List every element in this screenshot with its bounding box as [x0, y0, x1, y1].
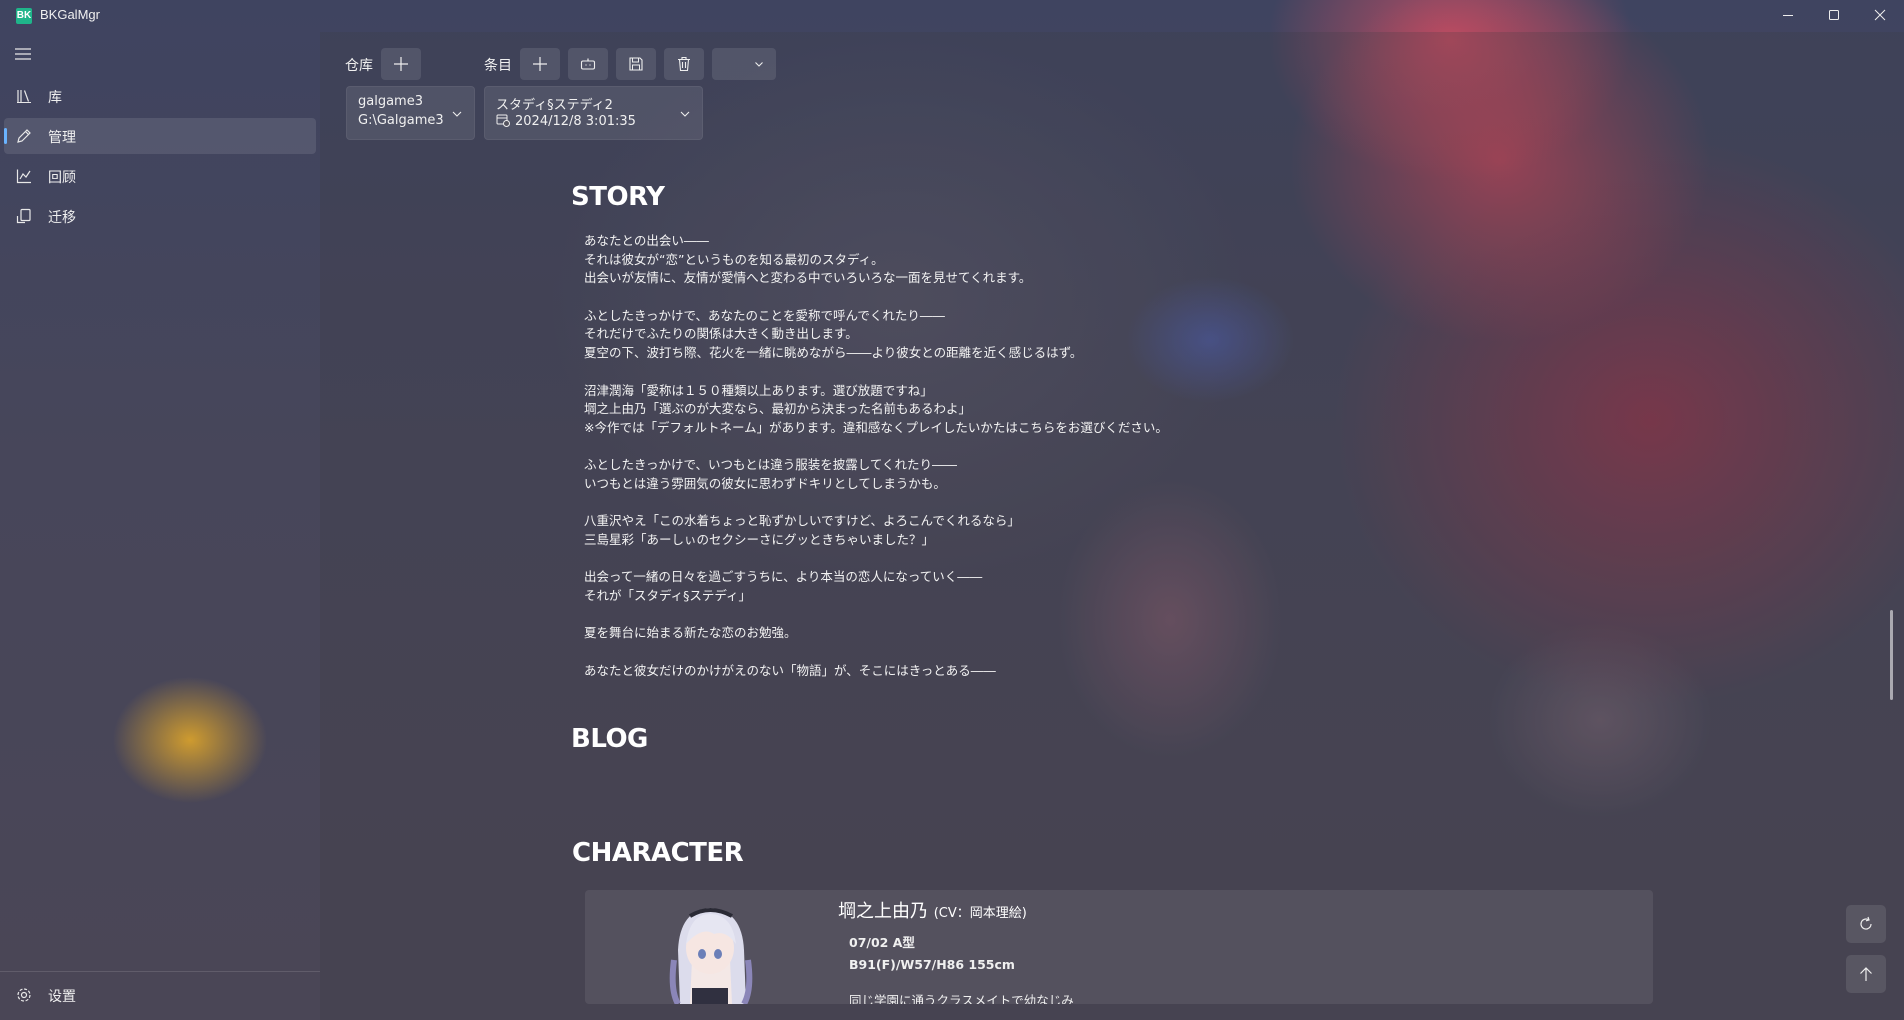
maximize-icon [1829, 10, 1839, 20]
sidebar-item-library[interactable]: 库 [4, 78, 316, 114]
sidebar-item-label: 迁移 [48, 210, 76, 226]
robot-icon [580, 58, 596, 70]
character-measurements: B91(F)/W57/H86 155cm [849, 957, 1015, 972]
sidebar-item-label: 库 [48, 90, 62, 106]
character-description: 同じ学園に通うクラスメイトで幼なじみ [849, 993, 1074, 1004]
chevron-down-icon [755, 62, 763, 67]
character-birthday-blood: 07/02 A型 [849, 935, 915, 950]
sidebar-item-review[interactable]: 回顾 [4, 158, 316, 194]
chevron-down-icon [452, 111, 462, 117]
save-icon [629, 57, 643, 71]
entry-date-row: 2024/12/8 3:01:35 [496, 113, 636, 129]
sidebar-item-settings[interactable]: 设置 [4, 977, 316, 1013]
story-line: あなたとの出会い―― [584, 233, 709, 248]
more-dropdown[interactable] [712, 48, 776, 80]
story-line: 出会って一緒の日々を過ごすうちに、より本当の恋人になっていく―― [584, 569, 983, 585]
settings-label: 设置 [48, 989, 76, 1005]
scroll-to-top-button[interactable] [1846, 955, 1886, 993]
character-portrait [660, 900, 760, 1004]
navigation-sidebar: 库 管理 回顾 迁移 设置 [0, 32, 320, 1020]
entry-label: 条目 [484, 58, 512, 74]
entry-selector[interactable]: スタディ§ステディ2 2024/12/8 3:01:35 [484, 86, 703, 140]
selection-indicator [4, 128, 7, 144]
character-heading: CHARACTER [572, 838, 744, 868]
close-icon [1874, 9, 1886, 21]
chevron-down-icon [680, 111, 690, 117]
title-bar: BK BKGalMgr [0, 0, 1904, 32]
sidebar-item-migrate[interactable]: 迁移 [4, 198, 316, 234]
story-line: あなたと彼女だけのかけがえのない「物語」が、そこにはきっとある―― [584, 662, 996, 678]
minimize-icon [1783, 15, 1793, 16]
story-line: ふとしたきっかけで、いつもとは違う服装を披露してくれたり―― [584, 457, 958, 473]
maximize-button[interactable] [1811, 0, 1857, 30]
delete-button[interactable] [664, 48, 704, 80]
story-line: ふとしたきっかけで、あなたのことを愛称で呼んでくれたり―― [584, 307, 945, 323]
story-line: 夏を舞台に始まる新たな恋のお勉強。 [584, 625, 797, 641]
sidebar-divider [0, 971, 320, 972]
character-name-row: 堈之上由乃 (CV：岡本理絵) [838, 897, 1027, 923]
character-name: 堈之上由乃 [838, 901, 928, 922]
story-heading: STORY [571, 182, 665, 212]
refresh-button[interactable] [1846, 905, 1886, 943]
app-logo-icon: BK [16, 8, 32, 24]
story-line: それは彼女が“恋”というものを知る最初のスタディ。 [584, 251, 884, 267]
story-line [584, 643, 1304, 662]
calendar-clock-icon [496, 114, 510, 127]
story-line: 堈之上由乃「選ぶのが大変なら、最初から決まった名前もあるわよ」 [584, 401, 972, 417]
hamburger-menu-icon[interactable] [14, 46, 32, 60]
story-line: 八重沢やえ「この水着ちょっと恥ずかしいですけど、よろこんでくれるなら」 [584, 513, 1020, 529]
chart-icon [16, 168, 32, 184]
sidebar-item-manage[interactable]: 管理 [4, 118, 316, 154]
repository-label: 仓库 [345, 58, 373, 74]
arrow-up-icon [1860, 967, 1872, 981]
migrate-icon [16, 208, 32, 224]
story-line: 三島星彩「あーしぃのセクシーさにグッときちゃいました？」 [584, 532, 935, 547]
entry-date: 2024/12/8 3:01:35 [515, 114, 636, 129]
edit-icon [16, 128, 32, 144]
story-line: いつもとは違う雰囲気の彼女に思わずドキリとしてしまうかも。 [584, 475, 946, 491]
character-cv: (CV：岡本理絵) [933, 906, 1027, 921]
trash-icon [678, 56, 690, 72]
story-line [584, 550, 1304, 569]
story-line: 出会いが友情に、友情が愛情へと変わる中でいろいろな一面を見せてくれます。 [584, 270, 1032, 286]
sidebar-item-label: 回顾 [48, 170, 76, 186]
story-line [584, 438, 1304, 457]
character-card: 堈之上由乃 (CV：岡本理絵) 07/02 A型 B91(F)/W57/H86 … [585, 890, 1653, 1004]
add-entry-button[interactable] [520, 48, 560, 80]
story-line [584, 606, 1304, 625]
story-line: ※今作では「デフォルトネーム」があります。違和感なくプレイしたいかたはこちらをお… [584, 419, 1168, 435]
story-line: 夏空の下、波打ち際、花火を一緒に眺めながら――より彼女との距離を近く感じるはず。 [584, 345, 1083, 361]
story-line: 沼津潤海「愛称は１５０種類以上あります。選び放題ですね」 [584, 382, 933, 398]
close-button[interactable] [1857, 0, 1903, 30]
save-button[interactable] [616, 48, 656, 80]
plus-icon [533, 57, 547, 71]
repository-path: G:\Galgame3 [358, 113, 444, 128]
add-repository-button[interactable] [381, 48, 421, 80]
story-line: それだけでふたりの関係は大きく動き出します。 [584, 326, 858, 342]
plus-icon [394, 57, 408, 71]
app-title: BKGalMgr [40, 7, 100, 22]
refresh-icon [1860, 916, 1872, 930]
library-icon [16, 88, 32, 104]
blog-heading: BLOG [571, 724, 648, 754]
repository-selector[interactable]: galgame3 G:\Galgame3 [346, 86, 475, 140]
story-line [584, 363, 1304, 382]
scrollbar-thumb[interactable] [1890, 610, 1893, 700]
sidebar-item-label: 管理 [48, 130, 76, 146]
story-line [584, 494, 1304, 513]
story-text: あなたとの出会い―― それは彼女が“恋”というものを知る最初のスタディ。出会いが友… [584, 232, 1304, 681]
entry-name: スタディ§ステディ2 [496, 98, 613, 113]
story-line: それが「スタディ§ステディ」 [584, 588, 752, 604]
scrape-info-button[interactable] [568, 48, 608, 80]
story-line [584, 288, 1304, 307]
gear-icon [16, 987, 32, 1003]
minimize-button[interactable] [1765, 0, 1811, 30]
repository-name: galgame3 [358, 94, 423, 109]
